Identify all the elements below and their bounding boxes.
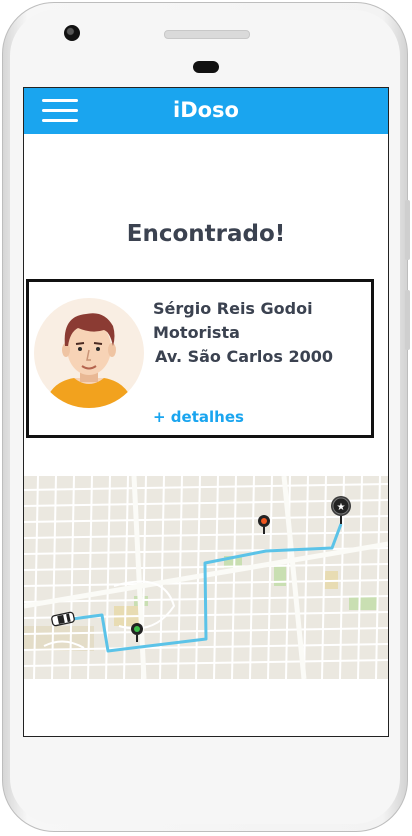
app-title: iDoso [173, 98, 239, 122]
front-camera [64, 25, 80, 41]
app-bar: iDoso [24, 88, 388, 134]
driver-address: Av. São Carlos 2000 [155, 347, 333, 366]
route-map[interactable]: ★ [24, 476, 388, 679]
app-screen: iDoso Encontrado! Sérgio Reis Godoi Moto… [23, 87, 389, 737]
driver-avatar [34, 298, 144, 408]
earpiece-speaker [164, 30, 250, 39]
power-button [405, 290, 410, 350]
svg-text:★: ★ [337, 502, 346, 513]
found-heading: Encontrado! [126, 221, 286, 247]
volume-button [405, 200, 410, 260]
driver-name: Sérgio Reis Godoi [153, 299, 313, 318]
driver-role: Motorista [153, 323, 240, 342]
details-link[interactable]: + detalhes [153, 408, 244, 426]
driver-card: Sérgio Reis Godoi Motorista Av. São Carl… [26, 279, 374, 438]
proximity-sensor [193, 61, 219, 73]
